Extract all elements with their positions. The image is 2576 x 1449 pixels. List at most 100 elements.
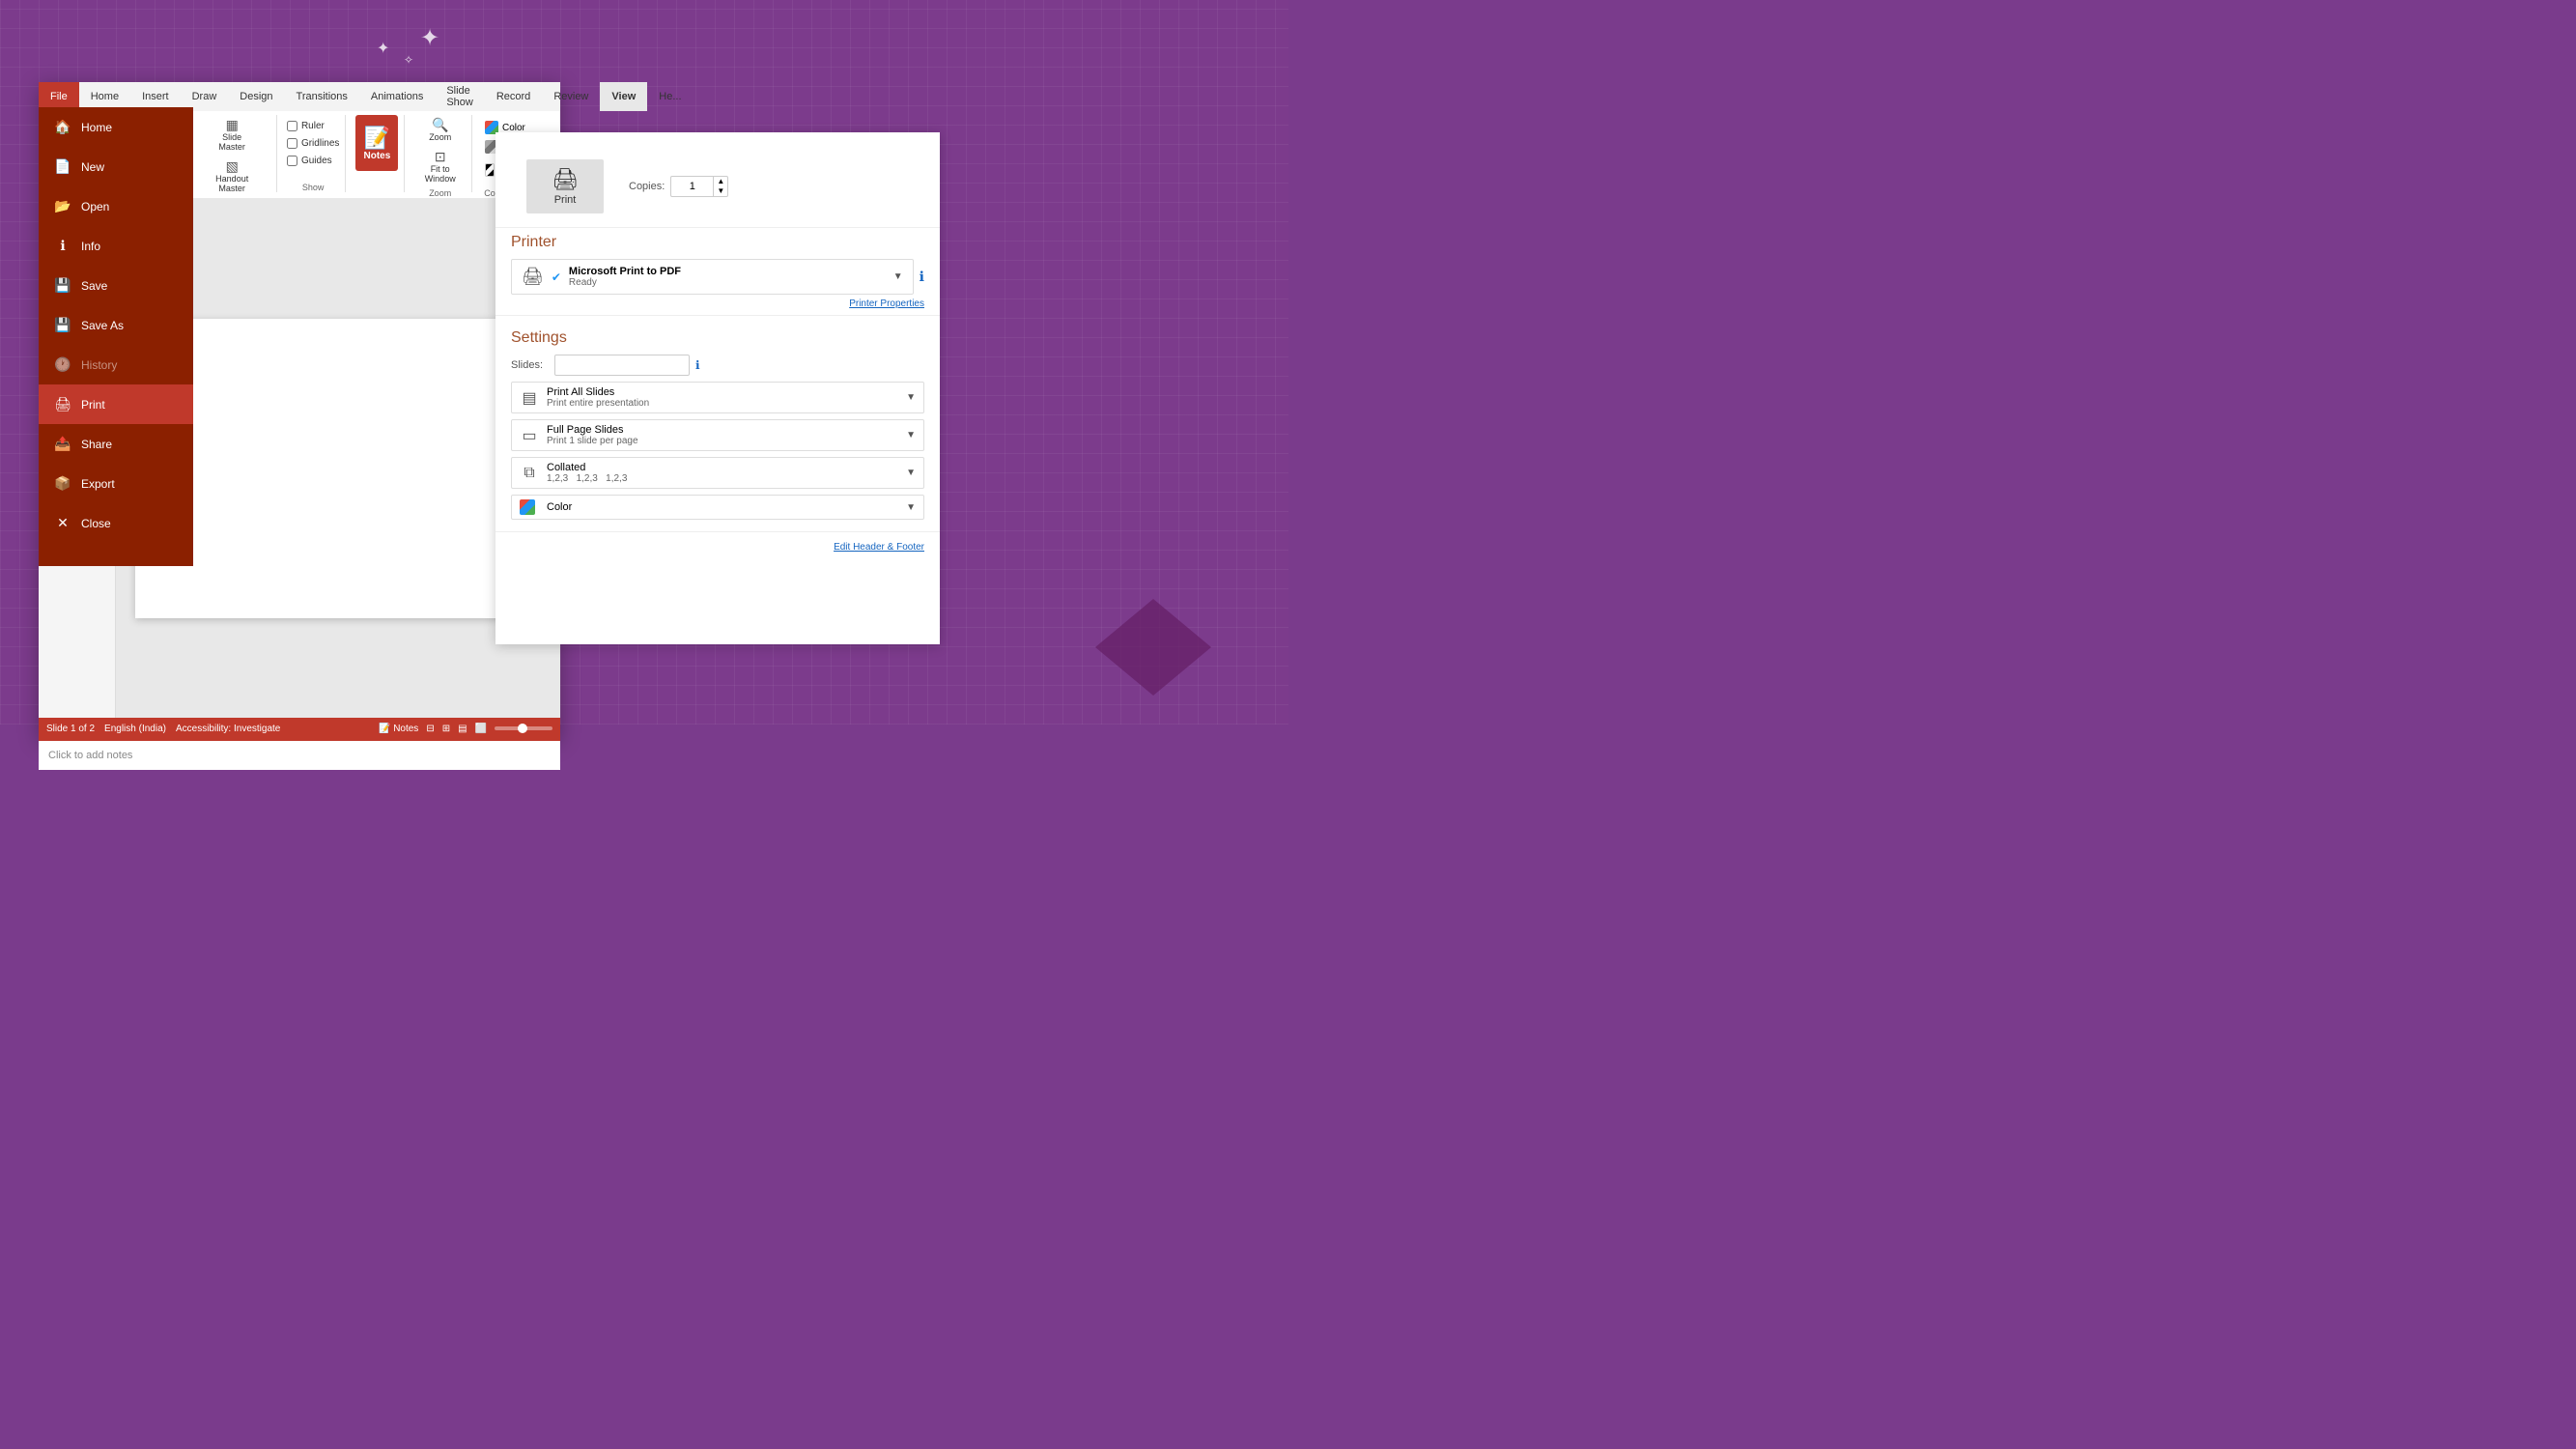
export-icon: 📦 bbox=[54, 475, 71, 492]
view-normal-icon[interactable]: ⊟ bbox=[426, 724, 434, 734]
menu-new[interactable]: 📄 New bbox=[39, 147, 193, 186]
star-decoration-1: ✦ bbox=[420, 24, 439, 52]
menu-save-label: Save bbox=[81, 279, 107, 293]
view-presenter-icon[interactable]: ⬜ bbox=[475, 724, 487, 734]
status-right: 📝 Notes ⊟ ⊞ ▤ ⬜ bbox=[379, 724, 552, 734]
menu-history-label: History bbox=[81, 358, 117, 372]
print-all-label: Print All Slides bbox=[547, 386, 898, 398]
print-all-arrow[interactable]: ▼ bbox=[906, 392, 916, 403]
copies-input[interactable]: 1 ▲ ▼ bbox=[670, 176, 728, 197]
color-setting-row[interactable]: Color ▼ bbox=[511, 495, 924, 520]
tab-view[interactable]: View bbox=[600, 82, 647, 111]
edit-footer-link[interactable]: Edit Header & Footer bbox=[495, 538, 940, 556]
menu-save-as[interactable]: 💾 Save As bbox=[39, 305, 193, 345]
print-all-slides-setting[interactable]: ▤ Print All Slides Print entire presenta… bbox=[511, 382, 924, 413]
print-all-text: Print All Slides Print entire presentati… bbox=[547, 386, 898, 409]
copies-up-arrow[interactable]: ▲ bbox=[714, 177, 727, 186]
menu-share[interactable]: 📤 Share bbox=[39, 424, 193, 464]
menu-print[interactable]: 🖨 Print bbox=[39, 384, 193, 424]
copies-input-section: Copies: 1 ▲ ▼ bbox=[629, 176, 728, 197]
menu-save[interactable]: 💾 Save bbox=[39, 266, 193, 305]
printer-section: Printer 🖨 ✔ Microsoft Print to PDF Ready… bbox=[495, 234, 940, 309]
menu-close-label: Close bbox=[81, 517, 111, 530]
full-page-icon: ▭ bbox=[520, 426, 539, 445]
menu-export[interactable]: 📦 Export bbox=[39, 464, 193, 503]
menu-home-label: Home bbox=[81, 121, 112, 134]
printer-selector[interactable]: 🖨 ✔ Microsoft Print to PDF Ready ▼ bbox=[511, 259, 914, 295]
menu-export-label: Export bbox=[81, 477, 115, 491]
slides-row: Slides: ℹ bbox=[511, 355, 924, 376]
menu-share-label: Share bbox=[81, 438, 112, 451]
print-icon: 🖨 bbox=[54, 396, 71, 412]
file-menu-overlay: 🏠 Home 📄 New 📂 Open ℹ Info 💾 Save 💾 Save… bbox=[39, 107, 560, 566]
color-setting-label: Color bbox=[547, 501, 898, 513]
settings-section: Settings Slides: ℹ ▤ Print All Slides Pr… bbox=[495, 329, 940, 526]
divider-1 bbox=[495, 227, 940, 228]
notes-status-label: Notes bbox=[393, 724, 418, 734]
printer-properties-link[interactable]: Printer Properties bbox=[511, 298, 924, 309]
settings-title: Settings bbox=[511, 329, 924, 347]
print-all-sub: Print entire presentation bbox=[547, 398, 898, 409]
status-bar: Slide 1 of 2 English (India) Accessibili… bbox=[39, 718, 560, 739]
save-icon: 💾 bbox=[54, 277, 71, 294]
printer-name: Microsoft Print to PDF bbox=[569, 266, 886, 277]
open-icon: 📂 bbox=[54, 198, 71, 214]
print-button[interactable]: 🖨 Print bbox=[526, 159, 604, 213]
slides-input[interactable] bbox=[554, 355, 690, 376]
menu-close[interactable]: ✕ Close bbox=[39, 503, 193, 543]
collated-setting[interactable]: ⧉ Collated 1,2,3 1,2,3 1,2,3 ▼ bbox=[511, 457, 924, 489]
zoom-thumb bbox=[518, 724, 527, 733]
home-icon: 🏠 bbox=[54, 119, 71, 135]
full-page-text: Full Page Slides Print 1 slide per page bbox=[547, 424, 898, 446]
new-icon: 📄 bbox=[54, 158, 71, 175]
print-button-icon: 🖨 bbox=[552, 167, 579, 192]
printer-dropdown-arrow[interactable]: ▼ bbox=[893, 271, 903, 282]
full-page-label: Full Page Slides bbox=[547, 424, 898, 436]
notes-status-icon[interactable]: 📝 Notes bbox=[379, 724, 418, 734]
menu-print-label: Print bbox=[81, 398, 105, 412]
slides-info-icon[interactable]: ℹ bbox=[695, 358, 700, 372]
star-decoration-3: ✧ bbox=[404, 53, 413, 67]
save-as-icon: 💾 bbox=[54, 317, 71, 333]
tab-he[interactable]: He... bbox=[647, 82, 693, 111]
printer-info: Microsoft Print to PDF Ready bbox=[569, 266, 886, 288]
menu-info-label: Info bbox=[81, 240, 100, 253]
full-page-slides-setting[interactable]: ▭ Full Page Slides Print 1 slide per pag… bbox=[511, 419, 924, 451]
printer-box-icon: 🖨 bbox=[522, 267, 544, 287]
printer-info-icon[interactable]: ℹ bbox=[920, 269, 924, 285]
view-grid-icon[interactable]: ⊞ bbox=[442, 724, 450, 734]
menu-home[interactable]: 🏠 Home bbox=[39, 107, 193, 147]
menu-save-as-label: Save As bbox=[81, 319, 124, 332]
menu-info[interactable]: ℹ Info bbox=[39, 226, 193, 266]
full-page-arrow[interactable]: ▼ bbox=[906, 430, 916, 440]
share-icon: 📤 bbox=[54, 436, 71, 452]
copies-label: Copies: bbox=[629, 181, 665, 192]
info-icon: ℹ bbox=[54, 238, 71, 254]
notes-area[interactable]: Click to add notes bbox=[39, 739, 560, 770]
collated-sub: 1,2,3 1,2,3 1,2,3 bbox=[547, 473, 898, 484]
collated-label: Collated bbox=[547, 462, 898, 473]
menu-open[interactable]: 📂 Open bbox=[39, 186, 193, 226]
printer-check-icon: ✔ bbox=[552, 270, 561, 284]
copies-down-arrow[interactable]: ▼ bbox=[714, 186, 727, 196]
printer-info-row: 🖨 ✔ Microsoft Print to PDF Ready ▼ ℹ bbox=[511, 259, 924, 295]
zoom-slider[interactable] bbox=[495, 726, 552, 730]
view-reading-icon[interactable]: ▤ bbox=[458, 724, 467, 734]
collated-text: Collated 1,2,3 1,2,3 1,2,3 bbox=[547, 462, 898, 484]
collated-arrow[interactable]: ▼ bbox=[906, 468, 916, 478]
printer-status: Ready bbox=[569, 277, 886, 288]
slide-info: Slide 1 of 2 bbox=[46, 724, 95, 734]
menu-open-label: Open bbox=[81, 200, 109, 213]
copies-value: 1 bbox=[671, 181, 713, 192]
accessibility[interactable]: Accessibility: Investigate bbox=[176, 724, 280, 734]
copies-section: 🖨 Print Copies: 1 ▲ ▼ bbox=[495, 140, 940, 221]
color-setting-arrow[interactable]: ▼ bbox=[906, 502, 916, 513]
menu-history[interactable]: 🕐 History bbox=[39, 345, 193, 384]
collated-icon: ⧉ bbox=[520, 465, 539, 482]
printer-title: Printer bbox=[511, 234, 924, 251]
divider-3 bbox=[495, 531, 940, 532]
close-icon: ✕ bbox=[54, 515, 71, 531]
star-decoration-2: ✦ bbox=[377, 39, 389, 58]
full-page-sub: Print 1 slide per page bbox=[547, 436, 898, 446]
print-panel: 🖨 Print Copies: 1 ▲ ▼ Printer 🖨 bbox=[495, 132, 940, 644]
